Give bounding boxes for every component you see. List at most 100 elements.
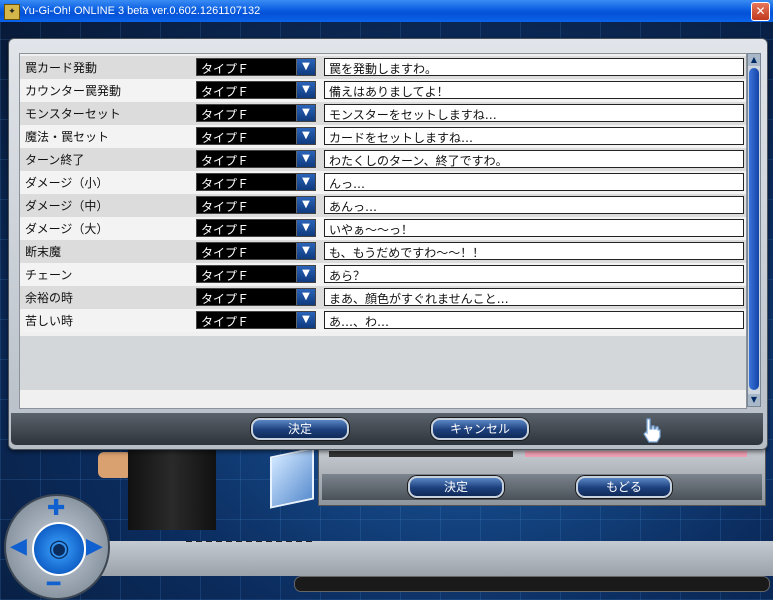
voice-row: チェーン タイプＦ ▼ あら？: [20, 263, 746, 286]
dropdown-arrow-icon[interactable]: ▼: [296, 220, 315, 236]
camera-control[interactable]: ✚ ◀ ▶ ━ ◉: [4, 494, 110, 600]
dropdown-arrow-icon[interactable]: ▼: [296, 128, 315, 144]
voice-line-input[interactable]: カードをセットしますね…: [324, 127, 744, 145]
dropdown-arrow-icon[interactable]: ▼: [296, 266, 315, 282]
close-button[interactable]: ✕: [751, 2, 770, 21]
voice-line-input[interactable]: 罠を発動しますわ。: [324, 58, 744, 76]
voice-line-text: まあ、顔色がすぐれませんこと…: [329, 292, 509, 306]
voice-type-value: タイプＦ: [201, 292, 250, 306]
panel-strip: [329, 451, 513, 457]
hud-track: [294, 576, 770, 592]
character-body: [128, 446, 216, 530]
voice-row-label: 断末魔: [25, 245, 62, 259]
dropdown-arrow-icon[interactable]: ▼: [296, 243, 315, 259]
voice-type-select[interactable]: タイプＦ ▼: [196, 150, 316, 168]
scroll-down-icon[interactable]: ▼: [748, 394, 760, 406]
scroll-up-icon[interactable]: ▲: [748, 54, 760, 66]
voice-type-select[interactable]: タイプＦ ▼: [196, 311, 316, 329]
voice-row: 罠カード発動 タイプＦ ▼ 罠を発動しますわ。: [20, 56, 746, 79]
back-button[interactable]: もどる: [576, 476, 672, 498]
voice-row: ダメージ（小） タイプＦ ▼ んっ…: [20, 171, 746, 194]
voice-line-text: あ…、わ…: [329, 315, 390, 329]
confirm-button[interactable]: 決定: [251, 418, 349, 440]
dropdown-arrow-icon[interactable]: ▼: [296, 174, 315, 190]
voice-line-input[interactable]: モンスターをセットしますね…: [324, 104, 744, 122]
app-icon: ✦: [4, 4, 20, 20]
voice-type-select[interactable]: タイプＦ ▼: [196, 242, 316, 260]
voice-line-input[interactable]: いやぁ～～っ！: [324, 219, 744, 237]
voice-row: カウンター罠発動 タイプＦ ▼ 備えはありましてよ！: [20, 79, 746, 102]
voice-line-input[interactable]: あ…、わ…: [324, 311, 744, 329]
voice-type-select[interactable]: タイプＦ ▼: [196, 58, 316, 76]
voice-type-value: タイプＦ: [201, 131, 250, 145]
secondary-panel-button-bar: 決定 もどる: [322, 474, 762, 500]
voice-type-value: タイプＦ: [201, 223, 250, 237]
window-titlebar: ✦ Yu-Gi-Oh! ONLINE 3 beta ver.0.602.1261…: [0, 0, 773, 22]
voice-line-input[interactable]: わたくしのターン、終了ですわ。: [324, 150, 744, 168]
voice-row: ダメージ（中） タイプＦ ▼ あんっ…: [20, 194, 746, 217]
voice-row-label: ターン終了: [25, 153, 85, 167]
voice-type-value: タイプＦ: [201, 315, 250, 329]
voice-line-input[interactable]: も、もうだめですわ～～！！: [324, 242, 744, 260]
voice-row: 魔法・罠セット タイプＦ ▼ カードをセットしますね…: [20, 125, 746, 148]
voice-type-select[interactable]: タイプＦ ▼: [196, 265, 316, 283]
voice-type-select[interactable]: タイプＦ ▼: [196, 127, 316, 145]
voice-line-text: あら？: [329, 269, 366, 283]
voice-row-label: 罠カード発動: [25, 61, 98, 75]
card-image: [270, 447, 314, 509]
pan-right-icon[interactable]: ▶: [86, 536, 103, 558]
hand-cursor-icon: [643, 418, 661, 443]
voice-line-text: んっ…: [329, 177, 366, 191]
pan-left-icon[interactable]: ◀: [10, 536, 27, 558]
dropdown-arrow-icon[interactable]: ▼: [296, 197, 315, 213]
voice-row: ダメージ（大） タイプＦ ▼ いやぁ～～っ！: [20, 217, 746, 240]
voice-line-input[interactable]: んっ…: [324, 173, 744, 191]
voice-line-input[interactable]: まあ、顔色がすぐれませんこと…: [324, 288, 744, 306]
voice-type-select[interactable]: タイプＦ ▼: [196, 219, 316, 237]
voice-type-value: タイプＦ: [201, 246, 250, 260]
voice-row-label: ダメージ（小）: [25, 176, 109, 190]
dropdown-arrow-icon[interactable]: ▼: [296, 59, 315, 75]
voice-line-text: カードをセットしますね…: [329, 131, 474, 145]
panel-strip-accent: [525, 451, 747, 457]
list-empty-area: [20, 336, 746, 390]
zoom-out-icon[interactable]: ━: [47, 574, 60, 596]
voice-list: 罠カード発動 タイプＦ ▼ 罠を発動しますわ。 カウンター罠発動 タイプＦ ▼ 備えはありまし…: [19, 53, 747, 409]
voice-row: ターン終了 タイプＦ ▼ わたくしのターン、終了ですわ。: [20, 148, 746, 171]
dropdown-arrow-icon[interactable]: ▼: [296, 312, 315, 328]
voice-row-label: 魔法・罠セット: [25, 130, 110, 144]
voice-line-input[interactable]: あんっ…: [324, 196, 744, 214]
voice-type-select[interactable]: タイプＦ ▼: [196, 288, 316, 306]
voice-type-select[interactable]: タイプＦ ▼: [196, 81, 316, 99]
dropdown-arrow-icon[interactable]: ▼: [296, 82, 315, 98]
dropdown-arrow-icon[interactable]: ▼: [296, 289, 315, 305]
scroll-thumb[interactable]: [749, 68, 759, 390]
camera-icon[interactable]: ◉: [32, 522, 86, 576]
voice-line-text: 罠を発動しますわ。: [329, 62, 438, 76]
voice-type-value: タイプＦ: [201, 62, 250, 76]
voice-line-input[interactable]: 備えはありましてよ！: [324, 81, 744, 99]
dropdown-arrow-icon[interactable]: ▼: [296, 105, 315, 121]
voice-row-label: 苦しい時: [25, 314, 74, 328]
voice-type-select[interactable]: タイプＦ ▼: [196, 196, 316, 214]
dropdown-arrow-icon[interactable]: ▼: [296, 151, 315, 167]
voice-line-text: モンスターをセットしますね…: [329, 108, 497, 122]
zoom-in-icon[interactable]: ✚: [47, 498, 65, 520]
voice-row: モンスターセット タイプＦ ▼ モンスターをセットしますね…: [20, 102, 746, 125]
voice-settings-dialog: 罠カード発動 タイプＦ ▼ 罠を発動しますわ。 カウンター罠発動 タイプＦ ▼ 備えはありまし…: [8, 38, 768, 450]
cancel-button[interactable]: キャンセル: [431, 418, 529, 440]
voice-type-value: タイプＦ: [201, 269, 250, 283]
voice-row-label: カウンター罠発動: [25, 84, 122, 98]
voice-line-text: 備えはありましてよ！: [329, 85, 449, 99]
voice-line-text: いやぁ～～っ！: [329, 223, 414, 237]
voice-line-text: わたくしのターン、終了ですわ。: [329, 154, 508, 168]
window-title: Yu-Gi-Oh! ONLINE 3 beta ver.0.602.126110…: [22, 5, 261, 17]
secondary-confirm-button[interactable]: 決定: [408, 476, 504, 498]
voice-row: 断末魔 タイプＦ ▼ も、もうだめですわ～～！！: [20, 240, 746, 263]
voice-line-input[interactable]: あら？: [324, 265, 744, 283]
list-scrollbar[interactable]: ▲ ▼: [747, 53, 761, 407]
voice-line-text: も、もうだめですわ～～！！: [329, 246, 485, 260]
voice-type-value: タイプＦ: [201, 85, 250, 99]
voice-type-select[interactable]: タイプＦ ▼: [196, 173, 316, 191]
voice-type-select[interactable]: タイプＦ ▼: [196, 104, 316, 122]
